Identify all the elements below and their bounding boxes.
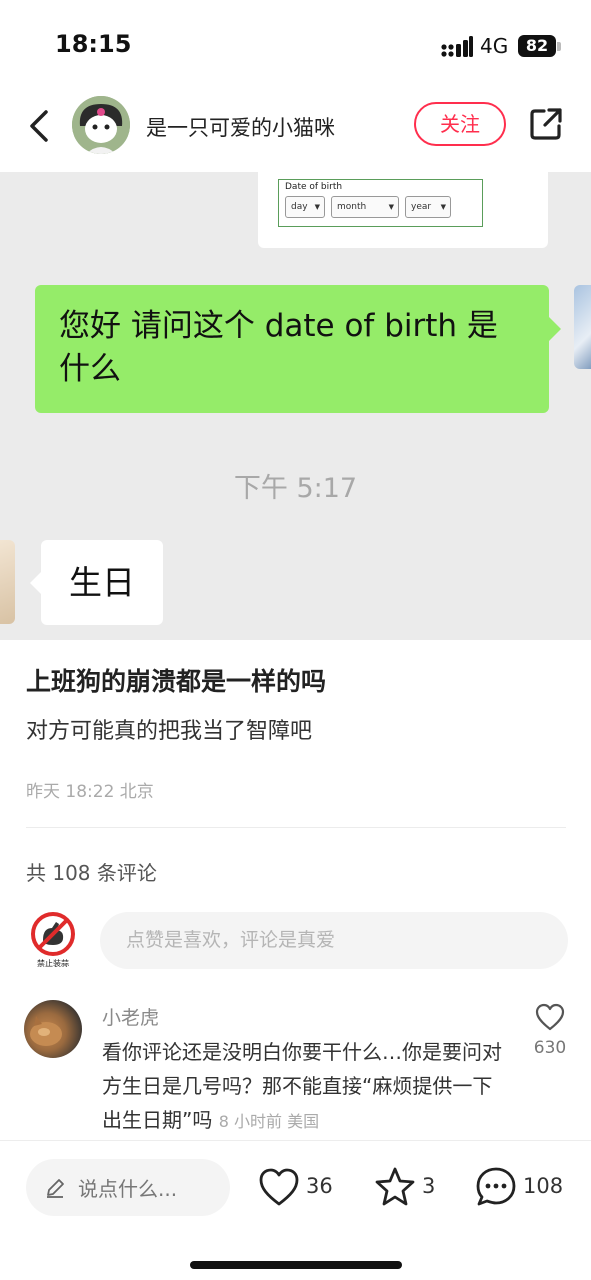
month-select: month ▼ (331, 196, 399, 218)
battery-icon: 82 (518, 35, 556, 57)
day-select-label: day (291, 202, 308, 212)
chevron-down-icon: ▼ (314, 203, 320, 211)
answer-bubble: 生日 (41, 540, 163, 625)
comment-text: 看你评论还是没明白你要干什么…你是要问对方生日是几号吗？那不能直接“麻烦提供一下… (102, 1035, 512, 1139)
commenter-name[interactable]: 小老虎 (102, 1003, 159, 1030)
comment-count: 共 108 条评论 (26, 861, 157, 885)
my-badge-text: 禁止装蒜 (37, 958, 69, 968)
comment-time: 8 小时前 美国 (218, 1112, 320, 1131)
home-indicator (190, 1261, 402, 1269)
post-meta: 昨天 18:22 北京 (26, 782, 154, 802)
comment-count-bottom: 108 (523, 1174, 564, 1198)
back-icon[interactable] (26, 106, 56, 146)
day-select: day ▼ (285, 196, 325, 218)
my-avatar[interactable]: 禁止装蒜 (26, 910, 80, 970)
bottom-bar: 说点什么... 36 3 108 (0, 1140, 591, 1280)
share-icon[interactable] (528, 106, 564, 142)
question-bubble: 您好 请问这个 date of birth 是什么 (35, 285, 549, 413)
post-image[interactable]: Date of birth day ▼ month ▼ year ▼ 您好 请问这个 … (0, 172, 591, 640)
month-select-label: month (337, 202, 367, 212)
author-avatar[interactable] (72, 96, 130, 154)
network-type: 4G (480, 34, 509, 58)
cat-avatar-icon (30, 1016, 62, 1046)
signal-icon (441, 36, 473, 57)
sender-avatar (574, 285, 591, 369)
author-name[interactable]: 是一只可爱的小猫咪 (146, 112, 335, 142)
year-select-label: year (411, 202, 432, 212)
say-something-input[interactable]: 说点什么... (26, 1159, 230, 1216)
post-title: 上班狗的崩溃都是一样的吗 (26, 667, 327, 696)
year-select: year ▼ (405, 196, 451, 218)
receiver-avatar (0, 540, 15, 624)
follow-button[interactable]: 关注 (414, 102, 506, 146)
comment-heart-icon[interactable] (535, 1003, 565, 1031)
like-count: 36 (306, 1174, 333, 1198)
say-placeholder: 说点什么... (78, 1177, 178, 1201)
answer-bubble-tail (30, 572, 41, 594)
comment-like-count: 630 (533, 1038, 567, 1058)
star-icon[interactable] (374, 1166, 416, 1208)
chat-timestamp: 下午 5:17 (233, 473, 358, 504)
post-body: 对方可能真的把我当了智障吧 (26, 719, 313, 744)
nav-bar: 是一只可爱的小猫咪 关注 (0, 92, 591, 172)
battery-tip (557, 42, 561, 51)
divider (26, 827, 566, 828)
question-bubble-tail (549, 317, 561, 341)
pencil-icon (47, 1179, 64, 1198)
form-label: Date of birth (285, 182, 343, 192)
star-count: 3 (422, 1174, 436, 1198)
date-of-birth-form: Date of birth day ▼ month ▼ year ▼ (278, 179, 483, 227)
kuromi-avatar-icon (72, 96, 130, 154)
comment-input[interactable]: 点赞是喜欢，评论是真爱 (100, 912, 568, 969)
commenter-avatar[interactable] (24, 1000, 82, 1058)
status-bar: 18:15 4G 82 (0, 0, 591, 92)
status-time: 18:15 (55, 30, 132, 58)
chevron-down-icon: ▼ (388, 203, 394, 211)
like-heart-icon[interactable] (258, 1167, 300, 1209)
comment-bubble-icon[interactable] (475, 1166, 517, 1208)
chevron-down-icon: ▼ (440, 203, 446, 211)
no-pretend-badge-icon: 禁止装蒜 (31, 912, 75, 968)
